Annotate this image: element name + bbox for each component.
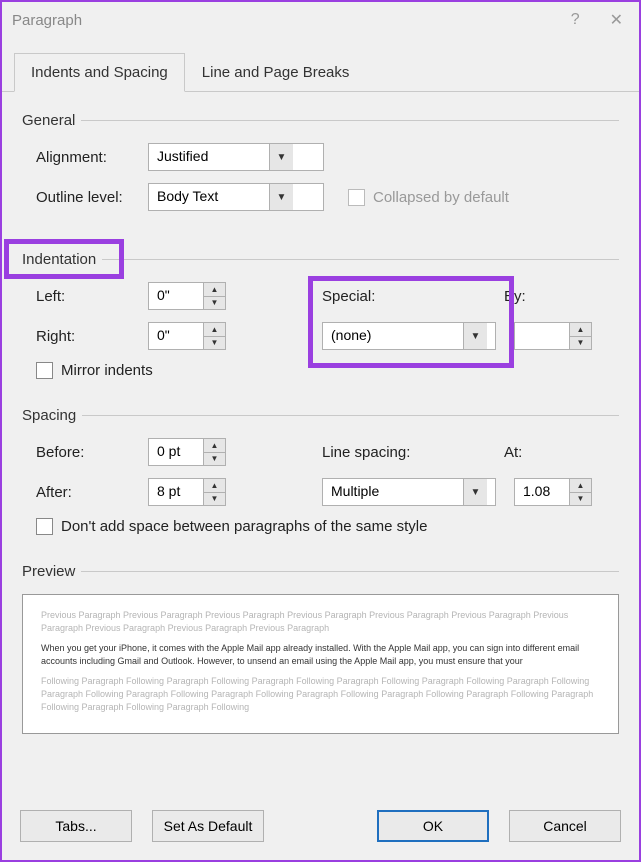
spin-up-icon[interactable]: ▲ — [570, 479, 591, 493]
after-label: After: — [22, 484, 148, 501]
preview-prev-text: Previous Paragraph Previous Paragraph Pr… — [41, 609, 600, 634]
chevron-down-icon[interactable]: ▼ — [269, 184, 293, 210]
tab-label: Indents and Spacing — [31, 64, 168, 81]
dialog-footer: Tabs... Set As Default OK Cancel — [2, 796, 639, 860]
indent-left-label: Left: — [22, 288, 148, 305]
highlight-special — [308, 276, 514, 368]
highlight-indentation-title — [4, 239, 124, 279]
dont-add-space-label: Don't add space between paragraphs of th… — [61, 518, 427, 535]
line-spacing-label: Line spacing: — [322, 444, 442, 461]
checkbox-box — [348, 189, 365, 206]
spin-down-icon[interactable]: ▼ — [204, 493, 225, 506]
at-spinner[interactable]: 1.08 ▲▼ — [514, 478, 592, 506]
mirror-indents-checkbox[interactable]: Mirror indents — [36, 362, 153, 379]
spin-down-icon[interactable]: ▼ — [204, 453, 225, 466]
spin-down-icon[interactable]: ▼ — [570, 493, 591, 506]
spin-down-icon[interactable]: ▼ — [570, 337, 591, 350]
group-title-preview: Preview — [22, 563, 619, 580]
mirror-indents-label: Mirror indents — [61, 362, 153, 379]
preview-next-text: Following Paragraph Following Paragraph … — [41, 675, 600, 713]
tab-indents-spacing[interactable]: Indents and Spacing — [14, 53, 185, 92]
outline-level-label: Outline level: — [22, 189, 148, 206]
after-value: 8 pt — [149, 479, 203, 505]
tab-strip: Indents and Spacing Line and Page Breaks — [2, 38, 639, 92]
paragraph-dialog: Paragraph ? ✕ Indents and Spacing Line a… — [0, 0, 641, 862]
spin-down-icon[interactable]: ▼ — [204, 337, 225, 350]
preview-sample-text: When you get your iPhone, it comes with … — [41, 642, 600, 667]
collapsed-label: Collapsed by default — [373, 189, 509, 206]
spin-up-icon[interactable]: ▲ — [204, 323, 225, 337]
indent-right-label: Right: — [22, 328, 148, 345]
before-spinner[interactable]: 0 pt ▲▼ — [148, 438, 226, 466]
by-spinner[interactable]: ▲▼ — [514, 322, 592, 350]
chevron-down-icon[interactable]: ▼ — [269, 144, 293, 170]
spin-up-icon[interactable]: ▲ — [570, 323, 591, 337]
alignment-label: Alignment: — [22, 149, 148, 166]
alignment-combo[interactable]: Justified ▼ — [148, 143, 324, 171]
spin-up-icon[interactable]: ▲ — [204, 283, 225, 297]
close-icon[interactable]: ✕ — [604, 10, 629, 30]
set-as-default-button[interactable]: Set As Default — [152, 810, 264, 842]
line-spacing-value: Multiple — [323, 479, 463, 505]
indent-left-spinner[interactable]: 0" ▲▼ — [148, 282, 226, 310]
help-icon[interactable]: ? — [571, 11, 580, 29]
spin-down-icon[interactable]: ▼ — [204, 297, 225, 310]
preview-box: Previous Paragraph Previous Paragraph Pr… — [22, 594, 619, 734]
line-spacing-combo[interactable]: Multiple ▼ — [322, 478, 496, 506]
checkbox-box[interactable] — [36, 362, 53, 379]
group-general: General Alignment: Justified ▼ Outline l… — [22, 112, 619, 211]
spin-up-icon[interactable]: ▲ — [204, 439, 225, 453]
dialog-title: Paragraph — [12, 12, 82, 29]
outline-level-value: Body Text — [149, 184, 269, 210]
tab-line-page-breaks[interactable]: Line and Page Breaks — [185, 53, 367, 92]
collapsed-by-default-checkbox: Collapsed by default — [348, 189, 509, 206]
tab-panel: General Alignment: Justified ▼ Outline l… — [2, 92, 639, 796]
spin-up-icon[interactable]: ▲ — [204, 479, 225, 493]
checkbox-box[interactable] — [36, 518, 53, 535]
indent-right-spinner[interactable]: 0" ▲▼ — [148, 322, 226, 350]
tabs-button[interactable]: Tabs... — [20, 810, 132, 842]
indent-left-value: 0" — [149, 283, 203, 309]
at-label: At: — [504, 444, 522, 461]
group-title-spacing: Spacing — [22, 407, 619, 424]
by-value — [515, 323, 569, 349]
cancel-button[interactable]: Cancel — [509, 810, 621, 842]
group-preview: Preview Previous Paragraph Previous Para… — [22, 563, 619, 734]
before-value: 0 pt — [149, 439, 203, 465]
tab-label: Line and Page Breaks — [202, 64, 350, 81]
before-label: Before: — [22, 444, 148, 461]
after-spinner[interactable]: 8 pt ▲▼ — [148, 478, 226, 506]
at-value: 1.08 — [515, 479, 569, 505]
ok-button[interactable]: OK — [377, 810, 489, 842]
group-title-general: General — [22, 112, 619, 129]
titlebar: Paragraph ? ✕ — [2, 2, 639, 38]
indent-right-value: 0" — [149, 323, 203, 349]
outline-level-combo[interactable]: Body Text ▼ — [148, 183, 324, 211]
chevron-down-icon[interactable]: ▼ — [463, 479, 487, 505]
alignment-value: Justified — [149, 144, 269, 170]
group-spacing: Spacing Before: 0 pt ▲▼ Line spacing: At… — [22, 407, 619, 535]
dont-add-space-checkbox[interactable]: Don't add space between paragraphs of th… — [36, 518, 427, 535]
